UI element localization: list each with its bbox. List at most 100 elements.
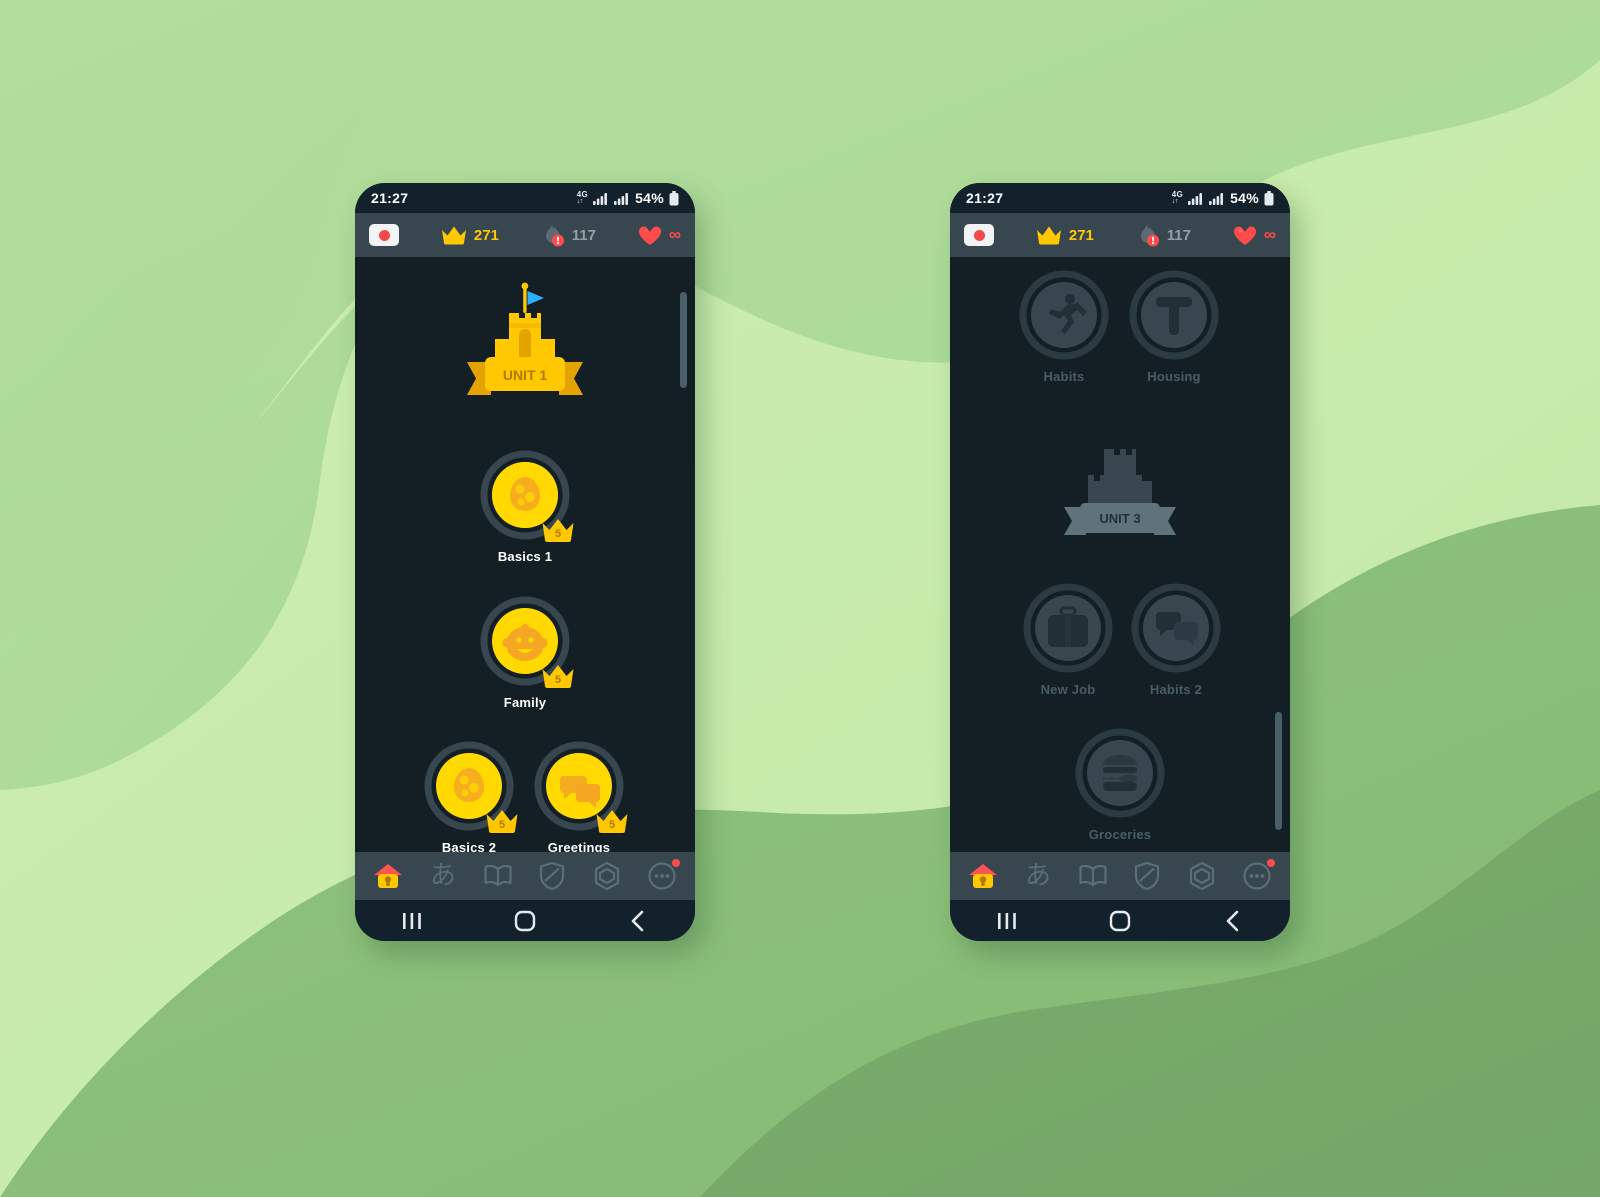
lesson-locked-ring — [1075, 728, 1165, 818]
crown-icon — [441, 226, 466, 245]
nav-home-button[interactable] — [495, 900, 555, 941]
home-square-icon — [514, 910, 536, 931]
network-type-icon: 4G ↓↑ — [576, 190, 589, 206]
streak-value: 117 — [571, 226, 596, 244]
crown-counter[interactable]: 271 — [441, 225, 499, 245]
nav-item-quests[interactable] — [1182, 857, 1222, 895]
kana-character-icon: あ — [1024, 861, 1051, 891]
system-nav-bar — [355, 900, 695, 941]
network-type-icon: 4G ↓↑ — [1171, 190, 1184, 206]
open-book-icon — [1079, 864, 1107, 887]
lesson-label: Habits — [1043, 369, 1085, 384]
japan-flag-icon — [369, 224, 399, 246]
lesson-label: Basics 1 — [497, 549, 553, 564]
crown-level-badge: 5 — [596, 810, 628, 833]
background-decoration — [0, 0, 1600, 1197]
language-flag-button[interactable] — [369, 224, 399, 246]
status-time: 21:27 — [371, 190, 409, 206]
back-chevron-icon — [1227, 910, 1239, 931]
nav-item-leagues[interactable] — [532, 857, 572, 895]
nav-recents-button[interactable] — [977, 900, 1037, 941]
lesson-node-housing[interactable]: Housing — [1126, 269, 1222, 384]
heart-icon — [638, 226, 661, 245]
lesson-label: New Job — [1040, 682, 1096, 697]
crown-level-value: 5 — [555, 674, 561, 686]
nav-item-quests[interactable] — [587, 857, 627, 895]
nav-item-more[interactable] — [642, 857, 682, 895]
phone-right: 21:27 4G ↓↑ 54% 271 117 ∞ Habits Housing… — [950, 183, 1290, 941]
nav-item-alphabet[interactable]: あ — [423, 857, 463, 895]
lesson-node-habits-2[interactable]: Habits 2 — [1128, 582, 1224, 697]
hearts-counter[interactable]: ∞ — [638, 225, 681, 246]
lesson-node-groceries[interactable]: Groceries — [1072, 727, 1168, 842]
crown-icon — [1036, 226, 1061, 245]
language-flag-button[interactable] — [964, 224, 994, 246]
phone-left: 21:27 4G ↓↑ 54% 271 117 ∞ UNIT 1 5 Basic… — [355, 183, 695, 941]
lesson-label: Habits 2 — [1149, 682, 1203, 697]
streak-value: 117 — [1166, 226, 1191, 244]
nav-item-home[interactable] — [963, 857, 1003, 895]
nav-home-button[interactable] — [1090, 900, 1150, 941]
castle-icon: UNIT 3 — [1064, 449, 1176, 535]
nav-item-home[interactable] — [368, 857, 408, 895]
lesson-label: Housing — [1147, 369, 1201, 384]
unit-banner-3: UNIT 3 — [950, 435, 1290, 545]
hearts-value: ∞ — [1263, 225, 1276, 244]
notification-badge-dot — [1266, 859, 1275, 867]
crown-level-value: 5 — [609, 819, 615, 831]
nav-back-button[interactable] — [1203, 900, 1263, 941]
unit-label: UNIT 1 — [503, 367, 548, 383]
app-bottom-nav: あ — [950, 852, 1290, 900]
streak-flame-icon — [1140, 224, 1159, 247]
battery-icon — [1264, 190, 1274, 205]
lesson-node-basics-1[interactable]: 5 Basics 1 — [477, 449, 574, 564]
scrollbar-thumb[interactable] — [1275, 712, 1282, 830]
japan-flag-icon — [964, 224, 994, 246]
streak-flame-icon — [545, 224, 564, 247]
signal-bars-icon-2 — [1209, 192, 1224, 205]
lesson-locked-ring — [1131, 583, 1221, 673]
shield-icon — [540, 861, 565, 891]
nav-item-more[interactable] — [1237, 857, 1277, 895]
crown-counter[interactable]: 271 — [1036, 225, 1094, 245]
lesson-node-greetings[interactable]: 5 Greetings — [531, 740, 628, 852]
crown-level-value: 5 — [555, 528, 561, 540]
recents-bars-icon — [402, 912, 421, 929]
back-chevron-icon — [632, 910, 644, 931]
open-book-icon — [484, 864, 512, 887]
notification-badge-dot — [671, 859, 680, 867]
lesson-label: Greetings — [547, 840, 611, 852]
hearts-counter[interactable]: ∞ — [1233, 225, 1276, 246]
lesson-node-habits[interactable]: Habits — [1016, 269, 1112, 384]
nav-item-stories[interactable] — [478, 857, 518, 895]
status-bar: 21:27 4G ↓↑ 54% — [950, 183, 1290, 213]
lesson-locked-ring — [1019, 270, 1109, 360]
lesson-node-new-job[interactable]: New Job — [1020, 582, 1116, 697]
nav-item-alphabet[interactable]: あ — [1018, 857, 1058, 895]
lesson-path-left[interactable]: UNIT 1 5 Basics 1 5 Family 5 Basics 2 5 … — [355, 257, 695, 852]
crown-level-badge: 5 — [486, 810, 518, 833]
nav-back-button[interactable] — [608, 900, 668, 941]
lesson-locked-ring — [1129, 270, 1219, 360]
home-square-icon — [1109, 910, 1131, 931]
crown-value: 271 — [1068, 226, 1094, 244]
nav-item-stories[interactable] — [1073, 857, 1113, 895]
lesson-label: Basics 2 — [441, 840, 497, 852]
lesson-locked-ring — [1023, 583, 1113, 673]
hearts-value: ∞ — [668, 225, 681, 244]
lesson-path-right[interactable]: Habits Housing UNIT 3 New Job Habits 2 G… — [950, 257, 1290, 852]
app-header: 271 117 ∞ — [355, 213, 695, 257]
lesson-node-family[interactable]: 5 Family — [477, 595, 574, 710]
shield-icon — [1135, 861, 1160, 891]
status-time: 21:27 — [966, 190, 1004, 206]
nav-recents-button[interactable] — [382, 900, 442, 941]
battery-icon — [669, 190, 679, 205]
crown-level-badge: 5 — [542, 519, 574, 542]
kana-character-icon: あ — [429, 861, 456, 891]
signal-bars-icon — [1188, 192, 1203, 205]
signal-bars-icon — [593, 192, 608, 205]
nav-item-leagues[interactable] — [1127, 857, 1167, 895]
lesson-node-basics-2[interactable]: 5 Basics 2 — [421, 740, 518, 852]
streak-counter[interactable]: 117 — [541, 223, 596, 247]
streak-counter[interactable]: 117 — [1136, 223, 1191, 247]
